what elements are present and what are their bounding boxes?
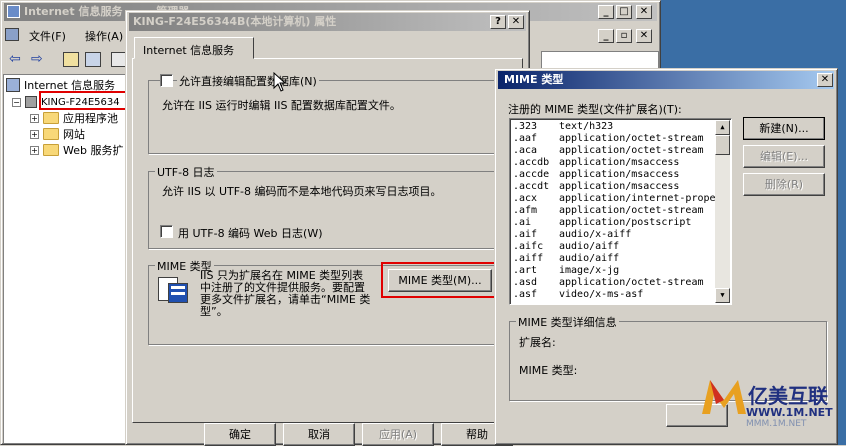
minimize-button[interactable]: _ [598, 5, 614, 19]
mime-details-title: MIME 类型详细信息 [516, 314, 619, 330]
menu-bar: 文件(F) 操作(A) [3, 25, 128, 45]
scroll-down-icon[interactable]: ▼ [715, 288, 730, 303]
list-item[interactable]: .afm application/octet-stream [513, 205, 704, 217]
iis-icon [7, 5, 20, 18]
list-item[interactable]: .aifc audio/aiff [513, 241, 619, 253]
watermark-sub: MMM.1M.NET [746, 419, 807, 429]
apply-button[interactable]: 应用(A) [362, 423, 434, 446]
child-restore-button[interactable]: ▫ [616, 29, 632, 43]
mime-types-list[interactable]: .323 text/h323 .aaf application/octet-stre… [509, 118, 732, 305]
mouse-cursor-icon [273, 72, 287, 92]
mime-titlebar[interactable]: MIME 类型 [498, 71, 834, 89]
iis-manager-title: Internet 信息服务 [24, 5, 123, 18]
folder-icon [43, 112, 59, 124]
mime-type-label: MIME 类型: [519, 364, 578, 377]
back-arrow-icon[interactable]: ⇦ [9, 51, 21, 67]
tree-pane: Internet 信息服务 − KING-F24E5634 + 应用程序池 + … [3, 74, 129, 444]
properties-dialog: KING-F24E56344B(本地计算机) 属性 ? ✕ Internet 信… [125, 10, 530, 446]
server-highlight [39, 91, 139, 110]
mime-list-label: 注册的 MIME 类型(文件扩展名)(T): [508, 103, 682, 116]
edit-metabase-checkbox[interactable] [160, 74, 173, 87]
tree-item-label: 应用程序池 [63, 112, 118, 125]
mime-new-button[interactable]: 新建(N)... [743, 117, 825, 140]
list-item[interactable]: .acx application/internet-proper [513, 193, 722, 205]
up-folder-icon[interactable] [63, 52, 79, 67]
server-icon [25, 96, 37, 108]
tree-item-label: Web 服务扩 [63, 144, 124, 157]
cancel-button[interactable]: 取消 [283, 423, 355, 446]
forward-arrow-icon[interactable]: ⇨ [31, 51, 43, 67]
mime-edit-button[interactable]: 编辑(E)... [743, 145, 825, 168]
close-button[interactable]: ✕ [636, 5, 652, 19]
collapse-icon[interactable]: − [12, 97, 21, 107]
mime-close-button[interactable]: ✕ [817, 73, 833, 87]
folder-icon [43, 128, 59, 140]
watermark-m-icon [702, 380, 746, 414]
show-tree-icon[interactable] [85, 52, 101, 67]
maximize-button[interactable]: □ [616, 5, 632, 19]
menu-action[interactable]: 操作(A) [85, 28, 123, 44]
list-item[interactable]: .accdb application/msaccess [513, 157, 679, 169]
menu-file[interactable]: 文件(F) [29, 28, 66, 44]
list-item[interactable]: .accdt application/msaccess [513, 181, 679, 193]
utf8-log-label[interactable]: 用 UTF-8 编码 Web 日志(W) [178, 225, 323, 241]
list-item[interactable]: .accde application/msaccess [513, 169, 679, 181]
list-item[interactable]: .aca application/octet-stream [513, 145, 704, 157]
expand-icon[interactable]: + [30, 145, 39, 155]
folder-icon [43, 144, 59, 156]
console-icon [5, 28, 19, 41]
properties-close-button[interactable]: ✕ [508, 15, 524, 29]
edit-metabase-label[interactable]: 允许直接编辑配置数据库(N) [177, 73, 319, 89]
watermark-brand: 亿美互联 [748, 384, 828, 408]
properties-title: KING-F24E56344B(本地计算机) 属性 [133, 15, 337, 28]
watermark-url: WWW.1M.NET [746, 406, 833, 419]
mime-ext-label: 扩展名: [519, 336, 556, 349]
edit-metabase-description: 允许在 IIS 运行时编辑 IIS 配置数据库配置文件。 [162, 99, 401, 112]
tab-iis-label: Internet 信息服务 [143, 44, 235, 57]
child-close-button[interactable]: ✕ [636, 29, 652, 43]
mime-delete-button[interactable]: 删除(R) [743, 173, 825, 196]
list-item[interactable]: .323 text/h323 [513, 121, 613, 133]
desktop-strip [661, 0, 846, 70]
mime-types-icon [156, 273, 188, 305]
list-scrollbar[interactable]: ▲ ▼ [715, 120, 730, 303]
tree-item-app-pools[interactable]: + 应用程序池 [30, 110, 118, 126]
utf8-log-checkbox[interactable] [160, 225, 173, 238]
toolbar: ⇦ ⇨ [3, 49, 128, 71]
properties-titlebar[interactable]: KING-F24E56344B(本地计算机) 属性 [129, 13, 526, 31]
tree-item-label: 网站 [63, 128, 85, 141]
scroll-up-icon[interactable]: ▲ [715, 120, 730, 135]
computer-icon [6, 78, 20, 92]
expand-icon[interactable]: + [30, 113, 39, 123]
mime-button-highlight [381, 262, 497, 298]
ok-button[interactable]: 确定 [204, 423, 276, 446]
list-item[interactable]: .aiff audio/aiff [513, 253, 619, 265]
list-item[interactable]: .asd application/octet-stream [513, 277, 704, 289]
watermark-logo: 亿美互联 WWW.1M.NET MMM.1M.NET [700, 378, 840, 434]
list-item[interactable]: .art image/x-jg [513, 265, 619, 277]
list-item[interactable]: .aif audio/x-aiff [513, 229, 631, 241]
edit-metabase-group [148, 80, 520, 154]
expand-icon[interactable]: + [30, 129, 39, 139]
tree-item-websites[interactable]: + 网站 [30, 126, 85, 142]
tree-item-web-extensions[interactable]: + Web 服务扩 [30, 142, 123, 158]
mime-title: MIME 类型 [504, 73, 564, 86]
scroll-thumb[interactable] [715, 135, 730, 155]
list-item[interactable]: .aaf application/octet-stream [513, 133, 704, 145]
mime-desc-line-4: 型”。 [200, 305, 228, 318]
list-item[interactable]: .asf video/x-ms-asf [513, 289, 643, 301]
child-minimize-button[interactable]: _ [598, 29, 614, 43]
tab-iis[interactable]: Internet 信息服务 [134, 37, 254, 59]
utf8-log-title: UTF-8 日志 [155, 164, 217, 180]
list-item[interactable]: .ai application/postscript [513, 217, 691, 229]
help-button[interactable]: ? [490, 15, 506, 29]
utf8-log-description: 允许 IIS 以 UTF-8 编码而不是本地代码页来写日志项目。 [162, 185, 442, 198]
